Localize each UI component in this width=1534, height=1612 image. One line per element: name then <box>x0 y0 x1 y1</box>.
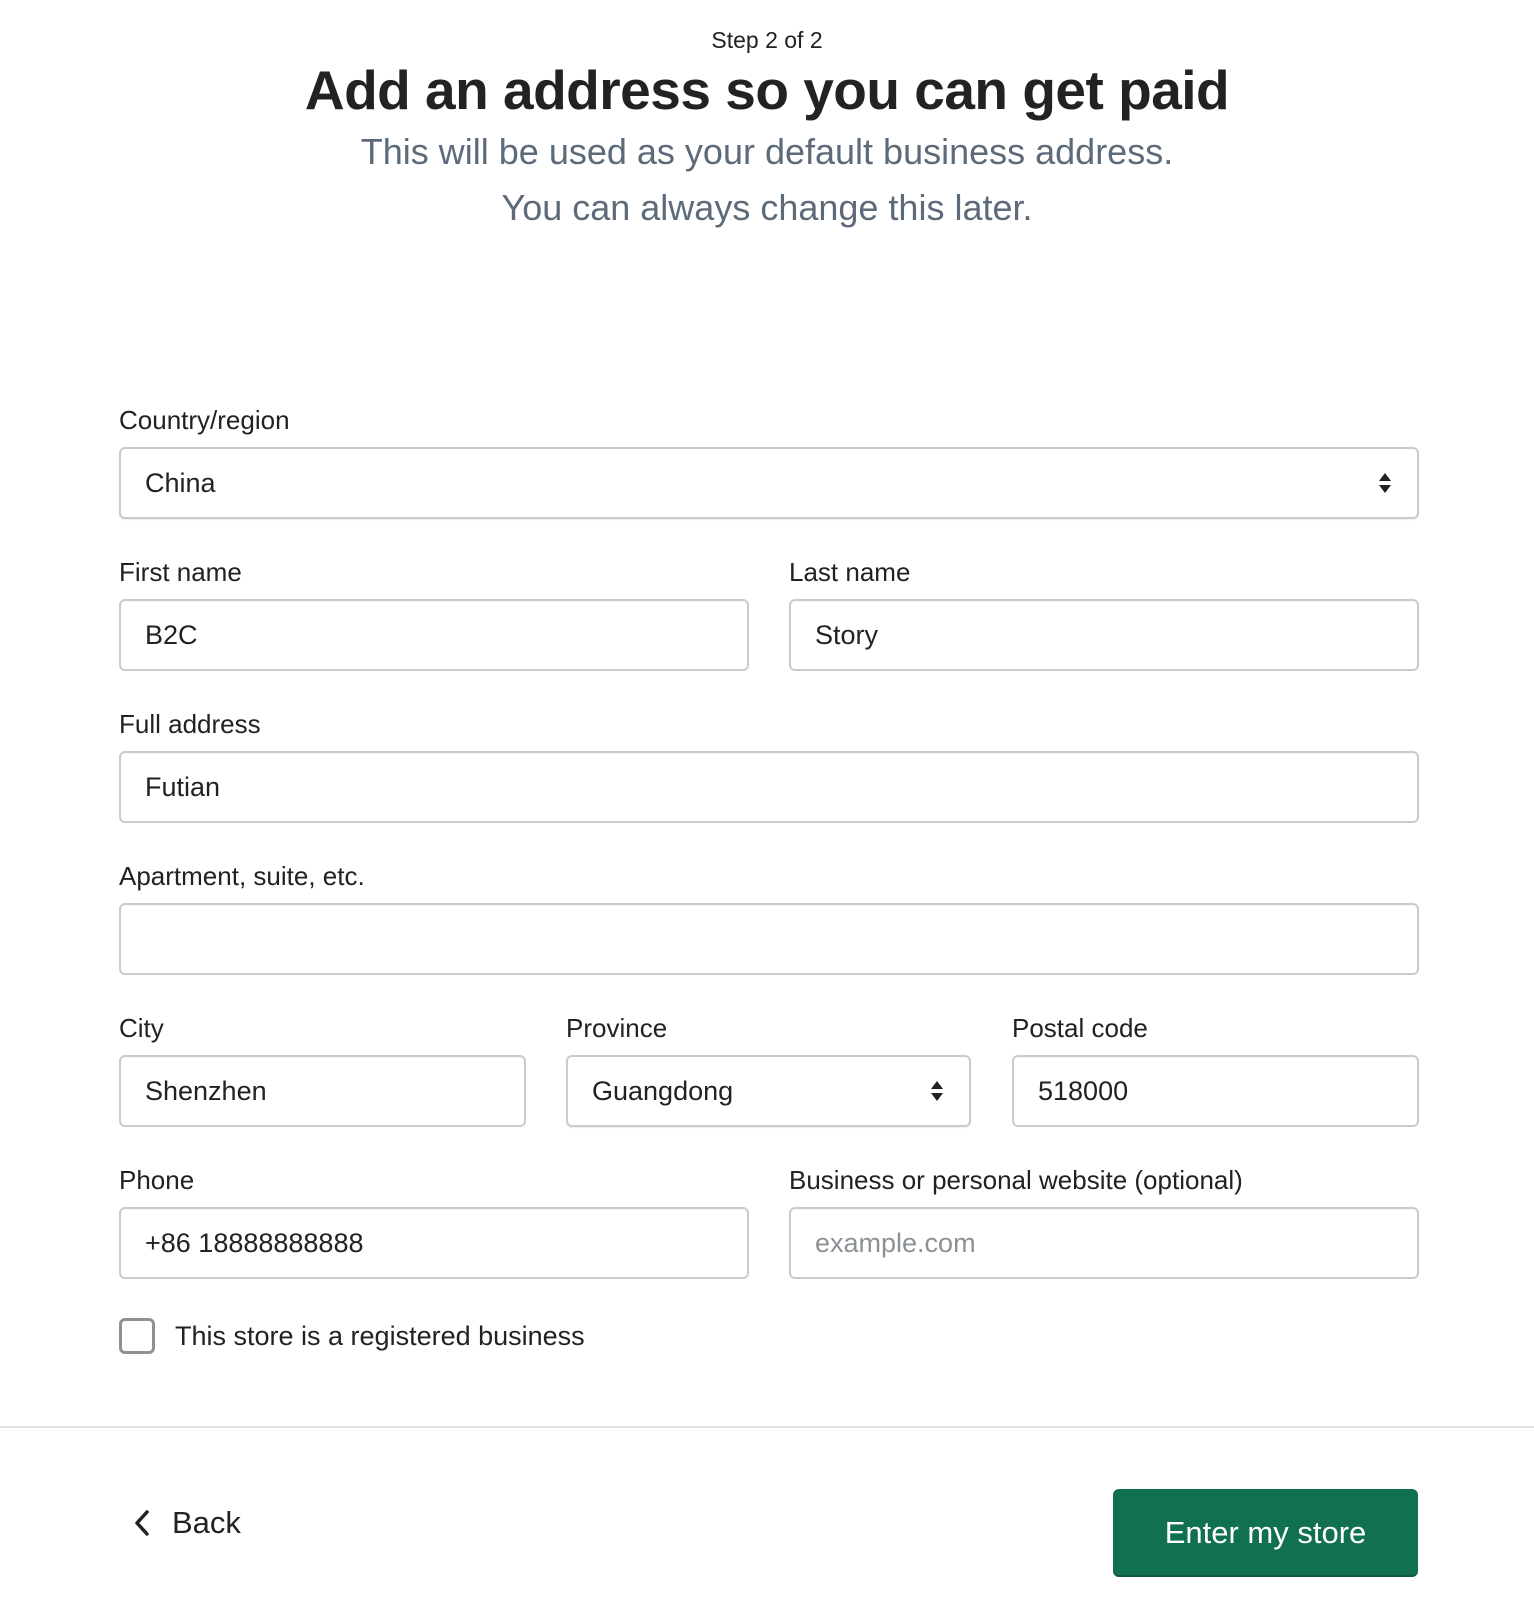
first-name-label: First name <box>119 557 242 587</box>
full-address-input[interactable] <box>119 751 1419 823</box>
enter-store-button[interactable]: Enter my store <box>1113 1489 1418 1577</box>
back-button[interactable]: Back <box>132 1505 241 1541</box>
city-input[interactable] <box>119 1055 526 1127</box>
postal-code-label: Postal code <box>1012 1013 1148 1043</box>
phone-label: Phone <box>119 1165 195 1195</box>
apartment-input[interactable] <box>119 903 1419 975</box>
subtitle-line-1: This will be used as your default busine… <box>360 131 1174 172</box>
page-subtitle: This will be used as your default busine… <box>0 124 1534 236</box>
registered-business-row[interactable]: This store is a registered business <box>119 1318 585 1354</box>
postal-code-input[interactable] <box>1012 1055 1419 1127</box>
last-name-label: Last name <box>789 557 911 587</box>
country-label: Country/region <box>119 405 290 435</box>
province-value: Guangdong <box>592 1075 734 1106</box>
country-value: China <box>145 467 216 498</box>
subtitle-line-2: You can always change this later. <box>501 187 1033 228</box>
updown-arrows-icon <box>931 1081 943 1101</box>
registered-business-label[interactable]: This store is a registered business <box>175 1321 585 1352</box>
phone-input[interactable] <box>119 1207 749 1279</box>
registered-business-checkbox[interactable] <box>119 1318 155 1354</box>
website-input[interactable] <box>789 1207 1419 1279</box>
country-select[interactable]: China <box>119 447 1419 519</box>
last-name-input[interactable] <box>789 599 1419 671</box>
page-title: Add an address so you can get paid <box>304 59 1230 121</box>
first-name-input[interactable] <box>119 599 749 671</box>
updown-arrows-icon <box>1379 473 1391 493</box>
full-address-label: Full address <box>119 709 261 739</box>
province-select[interactable]: Guangdong <box>566 1055 971 1127</box>
step-indicator: Step 2 of 2 <box>711 27 823 53</box>
city-label: City <box>119 1013 164 1043</box>
footer-divider <box>0 1426 1534 1428</box>
back-label: Back <box>172 1505 241 1540</box>
apartment-label: Apartment, suite, etc. <box>119 861 365 891</box>
chevron-left-icon <box>135 1510 149 1536</box>
website-label: Business or personal website (optional) <box>789 1165 1243 1195</box>
province-label: Province <box>566 1013 668 1043</box>
